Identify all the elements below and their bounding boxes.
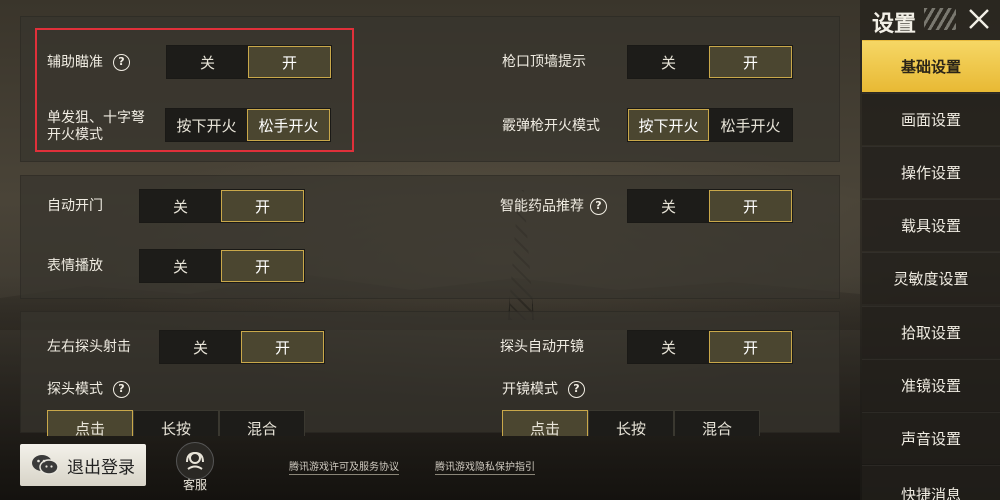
help-icon[interactable]: ? [568, 381, 585, 398]
scope-mode-selector[interactable]: 点击 长按 混合 [502, 410, 760, 436]
sidebar-item-quick-messages[interactable]: 快捷消息 [862, 465, 1000, 500]
emote-off-button[interactable]: 关 [140, 250, 221, 282]
sidebar-title: 设置 [872, 12, 917, 37]
close-button[interactable] [958, 2, 1000, 36]
peek-mode-label: 探头模式? [47, 381, 130, 399]
smart-medicine-label: 智能药品推荐? [500, 198, 607, 216]
scope-mode-click-option[interactable]: 点击 [502, 410, 588, 436]
close-icon [969, 9, 989, 29]
shotgun-fire-toggle[interactable]: 按下开火 松手开火 [627, 108, 793, 142]
help-icon[interactable]: ? [590, 198, 607, 215]
customer-service-button[interactable]: 客服 [172, 442, 218, 492]
shotgun-fire-label: 霰弹枪开火模式 [502, 118, 600, 134]
smart-medicine-on-button[interactable]: 开 [709, 190, 792, 222]
emote-on-button[interactable]: 开 [221, 250, 304, 282]
auto-door-off-button[interactable]: 关 [140, 190, 221, 222]
customer-service-label: 客服 [182, 478, 207, 492]
sidebar-item-scope[interactable]: 准镜设置 [862, 359, 1000, 411]
sidebar-item-basic[interactable]: 基础设置 [862, 40, 1000, 92]
auto-door-on-button[interactable]: 开 [221, 190, 304, 222]
sidebar-item-graphics[interactable]: 画面设置 [862, 93, 1000, 145]
emote-toggle[interactable]: 关 开 [139, 249, 305, 283]
sidebar-item-controls[interactable]: 操作设置 [862, 146, 1000, 198]
highlight-annotation-box [35, 28, 354, 152]
auto-scope-label: 探头自动开镜 [500, 339, 584, 355]
sidebar-item-audio[interactable]: 声音设置 [862, 412, 1000, 464]
peek-fire-label: 左右探头射击 [47, 339, 131, 355]
privacy-policy-link[interactable]: 腾讯游戏隐私保护指引 [435, 458, 535, 475]
peek-fire-toggle[interactable]: 关 开 [159, 330, 325, 364]
scope-mode-hold-option[interactable]: 长按 [588, 410, 674, 436]
auto-scope-toggle[interactable]: 关 开 [627, 330, 793, 364]
auto-door-label: 自动开门 [47, 198, 103, 214]
peek-mode-hold-option[interactable]: 长按 [133, 410, 219, 436]
license-agreement-link[interactable]: 腾讯游戏许可及服务协议 [289, 458, 399, 475]
decorative-stripes [924, 8, 956, 30]
muzzle-wall-label: 枪口顶墙提示 [502, 54, 586, 70]
muzzle-wall-on-button[interactable]: 开 [709, 46, 792, 78]
peek-mode-mixed-option[interactable]: 混合 [219, 410, 305, 436]
sidebar-item-vehicle[interactable]: 载具设置 [862, 199, 1000, 251]
smart-medicine-off-button[interactable]: 关 [628, 190, 709, 222]
peek-fire-on-button[interactable]: 开 [241, 331, 324, 363]
wechat-icon [32, 455, 59, 475]
headset-icon [176, 442, 214, 480]
peek-fire-off-button[interactable]: 关 [160, 331, 241, 363]
scope-mode-label: 开镜模式? [502, 381, 585, 399]
auto-scope-off-button[interactable]: 关 [628, 331, 709, 363]
auto-door-toggle[interactable]: 关 开 [139, 189, 305, 223]
smart-medicine-toggle[interactable]: 关 开 [627, 189, 793, 223]
shotgun-fire-release-button[interactable]: 松手开火 [709, 109, 792, 141]
scope-mode-mixed-option[interactable]: 混合 [674, 410, 760, 436]
logout-label: 退出登录 [67, 457, 135, 478]
peek-mode-click-option[interactable]: 点击 [47, 410, 133, 436]
emote-label: 表情播放 [47, 258, 103, 274]
sidebar-item-pickup[interactable]: 拾取设置 [862, 306, 1000, 358]
help-icon[interactable]: ? [113, 381, 130, 398]
muzzle-wall-toggle[interactable]: 关 开 [627, 45, 793, 79]
shotgun-fire-press-button[interactable]: 按下开火 [628, 109, 710, 141]
sidebar-item-sensitivity[interactable]: 灵敏度设置 [862, 252, 1000, 304]
logout-button[interactable]: 退出登录 [20, 444, 146, 486]
peek-mode-selector[interactable]: 点击 长按 混合 [47, 410, 305, 436]
auto-scope-on-button[interactable]: 开 [709, 331, 792, 363]
muzzle-wall-off-button[interactable]: 关 [628, 46, 709, 78]
